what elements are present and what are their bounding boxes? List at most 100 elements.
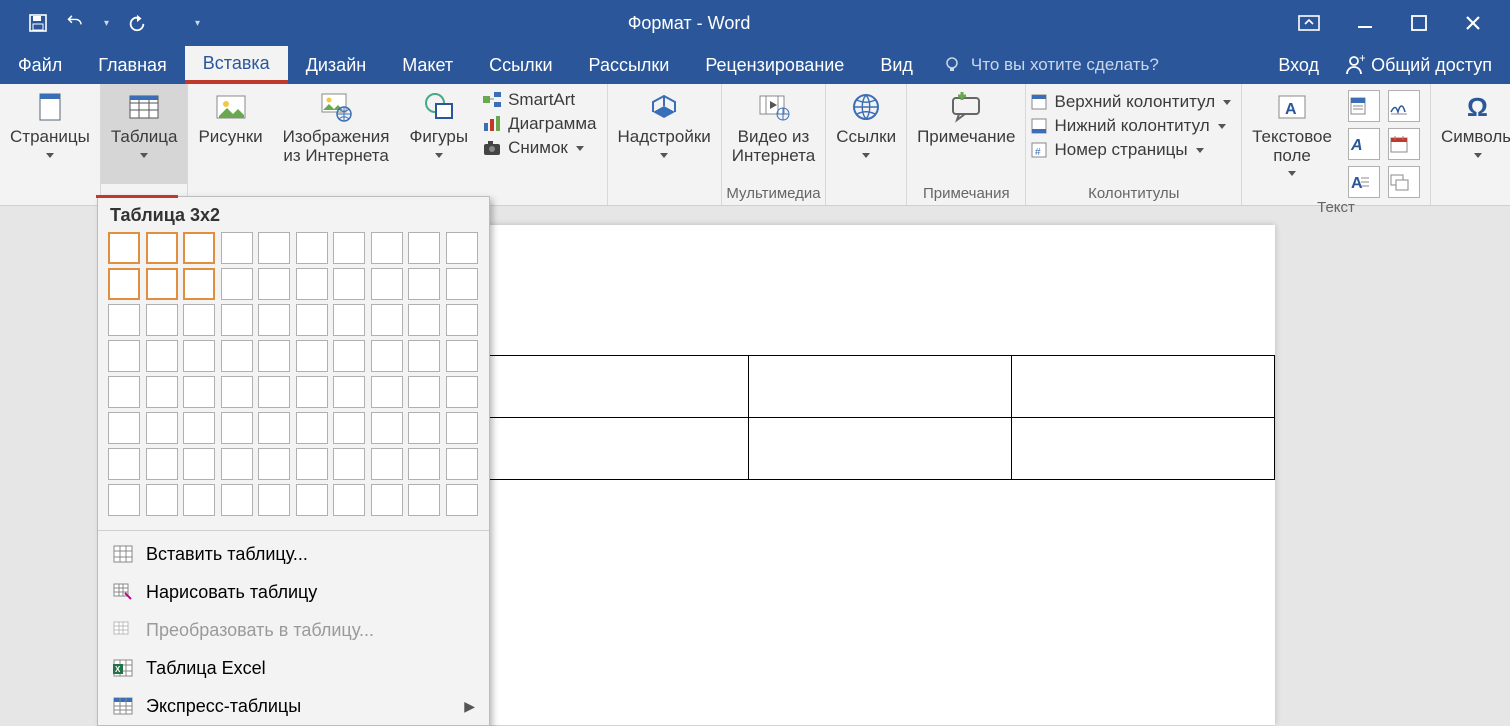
grid-cell[interactable] [446, 340, 478, 372]
grid-cell[interactable] [446, 232, 478, 264]
grid-cell[interactable] [183, 340, 215, 372]
grid-cell[interactable] [183, 376, 215, 408]
tab-review[interactable]: Рецензирование [687, 46, 862, 84]
online-video-button[interactable]: Видео из Интернета [722, 84, 825, 184]
grid-cell[interactable] [333, 484, 365, 516]
dropcap-button[interactable]: A [1348, 166, 1380, 198]
grid-cell[interactable] [296, 340, 328, 372]
comment-button[interactable]: Примечание [907, 84, 1025, 184]
grid-cell[interactable] [333, 268, 365, 300]
grid-cell[interactable] [258, 340, 290, 372]
grid-cell[interactable] [296, 448, 328, 480]
grid-cell[interactable] [333, 448, 365, 480]
grid-cell[interactable] [221, 412, 253, 444]
chart-button[interactable]: Диаграмма [482, 114, 596, 134]
grid-cell[interactable] [108, 232, 140, 264]
grid-cell[interactable] [446, 376, 478, 408]
menu-quick-tables[interactable]: Экспресс-таблицы ▶ [98, 687, 489, 725]
grid-cell[interactable] [408, 268, 440, 300]
grid-cell[interactable] [146, 304, 178, 336]
minimize-icon[interactable] [1356, 14, 1374, 32]
grid-cell[interactable] [371, 232, 403, 264]
table-size-grid[interactable] [98, 232, 489, 526]
table-row[interactable] [486, 356, 1275, 418]
menu-insert-table[interactable]: Вставить таблицу... [98, 535, 489, 573]
grid-cell[interactable] [146, 448, 178, 480]
grid-cell[interactable] [296, 484, 328, 516]
signin-link[interactable]: Вход [1278, 55, 1319, 76]
grid-cell[interactable] [333, 412, 365, 444]
tab-mailings[interactable]: Рассылки [571, 46, 688, 84]
grid-cell[interactable] [371, 412, 403, 444]
grid-cell[interactable] [108, 268, 140, 300]
grid-cell[interactable] [408, 448, 440, 480]
tab-insert[interactable]: Вставка [185, 46, 288, 84]
grid-cell[interactable] [258, 376, 290, 408]
grid-cell[interactable] [296, 376, 328, 408]
save-icon[interactable] [28, 13, 48, 33]
grid-cell[interactable] [221, 232, 253, 264]
grid-cell[interactable] [258, 268, 290, 300]
tab-references[interactable]: Ссылки [471, 46, 570, 84]
tab-design[interactable]: Дизайн [288, 46, 385, 84]
share-button[interactable]: + Общий доступ [1343, 54, 1492, 76]
pages-button[interactable]: Страницы [0, 84, 100, 184]
menu-excel-table[interactable]: X Таблица Excel [98, 649, 489, 687]
menu-draw-table[interactable]: Нарисовать таблицу [98, 573, 489, 611]
online-pictures-button[interactable]: Изображения из Интернета [273, 84, 400, 184]
grid-cell[interactable] [146, 268, 178, 300]
grid-cell[interactable] [221, 268, 253, 300]
grid-cell[interactable] [333, 304, 365, 336]
tab-home[interactable]: Главная [80, 46, 185, 84]
grid-cell[interactable] [371, 268, 403, 300]
grid-cell[interactable] [258, 484, 290, 516]
grid-cell[interactable] [408, 484, 440, 516]
shapes-button[interactable]: Фигуры [399, 84, 478, 184]
tell-me-box[interactable]: Что вы хотите сделать? [943, 46, 1159, 84]
grid-cell[interactable] [183, 232, 215, 264]
grid-cell[interactable] [183, 412, 215, 444]
object-button[interactable] [1388, 166, 1420, 198]
screenshot-button[interactable]: Снимок [482, 138, 596, 158]
grid-cell[interactable] [146, 340, 178, 372]
quick-parts-button[interactable] [1348, 90, 1380, 122]
grid-cell[interactable] [258, 232, 290, 264]
grid-cell[interactable] [333, 376, 365, 408]
grid-cell[interactable] [221, 448, 253, 480]
grid-cell[interactable] [108, 484, 140, 516]
grid-cell[interactable] [183, 268, 215, 300]
symbols-button[interactable]: Ω Символы [1431, 84, 1510, 184]
grid-cell[interactable] [371, 376, 403, 408]
links-button[interactable]: Ссылки [826, 84, 906, 184]
maximize-icon[interactable] [1410, 14, 1428, 32]
undo-icon[interactable] [66, 13, 86, 33]
grid-cell[interactable] [108, 340, 140, 372]
grid-cell[interactable] [408, 340, 440, 372]
date-time-button[interactable] [1388, 128, 1420, 160]
grid-cell[interactable] [296, 232, 328, 264]
grid-cell[interactable] [408, 232, 440, 264]
table-row[interactable] [486, 418, 1275, 480]
grid-cell[interactable] [258, 412, 290, 444]
grid-cell[interactable] [371, 484, 403, 516]
ribbon-options-icon[interactable] [1298, 15, 1320, 31]
grid-cell[interactable] [258, 448, 290, 480]
grid-cell[interactable] [221, 340, 253, 372]
pictures-button[interactable]: Рисунки [188, 84, 272, 184]
footer-button[interactable]: Нижний колонтитул [1030, 116, 1231, 136]
grid-cell[interactable] [183, 448, 215, 480]
redo-icon[interactable] [127, 13, 147, 33]
grid-cell[interactable] [333, 340, 365, 372]
grid-cell[interactable] [296, 412, 328, 444]
grid-cell[interactable] [146, 232, 178, 264]
document-table[interactable] [485, 355, 1275, 480]
addins-button[interactable]: Надстройки [608, 84, 721, 184]
grid-cell[interactable] [183, 484, 215, 516]
grid-cell[interactable] [183, 304, 215, 336]
grid-cell[interactable] [296, 268, 328, 300]
textbox-button[interactable]: A Текстовое поле [1242, 84, 1342, 198]
grid-cell[interactable] [108, 304, 140, 336]
grid-cell[interactable] [108, 376, 140, 408]
grid-cell[interactable] [296, 304, 328, 336]
grid-cell[interactable] [108, 412, 140, 444]
